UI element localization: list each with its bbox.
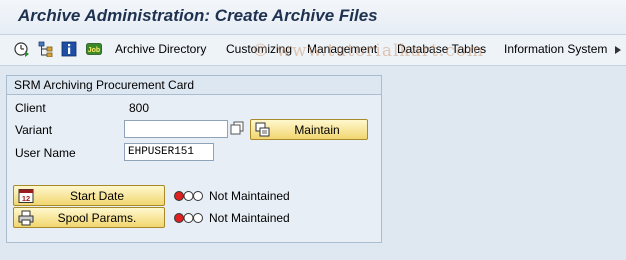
start-date-button[interactable]: 12 Start Date [13,185,165,206]
spool-status-text: Not Maintained [209,211,290,225]
information-icon[interactable] [61,41,77,57]
job-icon-text: Job [88,47,100,54]
start-date-button-label: Start Date [69,189,125,203]
title-bar: Archive Administration: Create Archive F… [0,0,626,35]
start-date-status-light-icon [174,190,204,202]
username-input[interactable]: EHPUSER151 [124,143,214,161]
printer-icon [18,210,34,226]
start-date-status-text: Not Maintained [209,189,290,203]
maintain-button-label: Maintain [294,123,340,137]
maintain-button[interactable]: Maintain [250,119,368,140]
username-label: User Name [15,146,76,160]
spool-params-button[interactable]: Spool Params. [13,207,165,228]
value-help-icon[interactable] [230,121,244,135]
variant-input[interactable] [124,120,228,138]
menu-archive-directory[interactable]: Archive Directory [115,42,206,56]
calendar-icon-text: 12 [22,194,30,203]
spool-params-button-label: Spool Params. [57,211,137,225]
panel-title: SRM Archiving Procurement Card [7,76,381,95]
job-icon[interactable]: Job [86,41,102,57]
client-label: Client [15,101,46,115]
client-value: 800 [129,101,150,115]
variant-label: Variant [15,123,53,137]
archiving-panel: SRM Archiving Procurement Card Client 80… [6,75,382,243]
page-title: Archive Administration: Create Archive F… [18,6,378,25]
toolbar-more-icon[interactable] [614,44,622,54]
calendar-icon: 12 [18,188,34,204]
maintain-variant-icon [255,122,271,138]
watermark: © www.tutorialkart.com [252,41,485,61]
execute-clock-icon[interactable] [14,41,30,57]
spool-status-light-icon [174,212,204,224]
menu-information-system[interactable]: Information System [504,42,607,56]
hierarchy-icon[interactable] [38,41,54,57]
